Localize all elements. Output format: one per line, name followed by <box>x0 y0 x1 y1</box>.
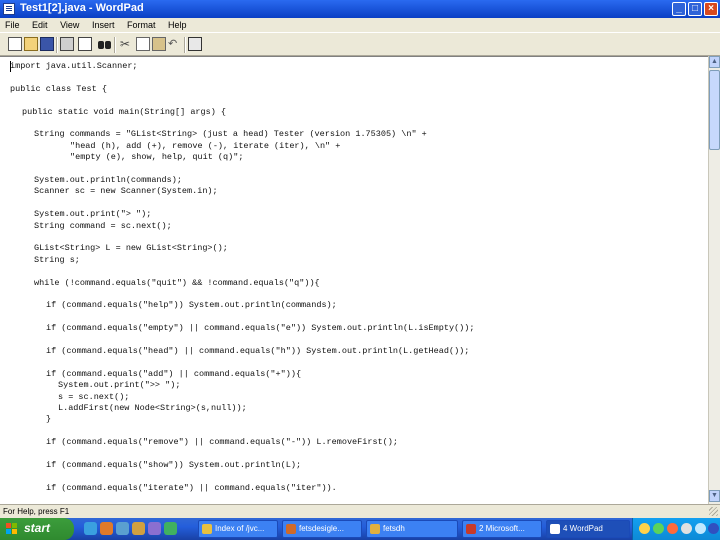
code-line[interactable]: System.out.print("> "); <box>34 209 151 220</box>
network-icon[interactable] <box>639 523 650 534</box>
code-line[interactable]: String command = sc.next(); <box>34 221 172 232</box>
taskbar-button[interactable]: fetsdesigle... <box>282 520 362 538</box>
close-button[interactable]: × <box>704 2 718 16</box>
wordpad-app-icon[interactable] <box>3 3 15 15</box>
scroll-thumb[interactable] <box>709 70 720 150</box>
document-area[interactable]: import java.util.Scanner; public class Te… <box>0 56 708 504</box>
task-label: 4 WordPad <box>563 524 603 533</box>
copy-icon[interactable] <box>136 37 150 51</box>
menu-bar: File Edit View Insert Format Help <box>0 18 720 32</box>
code-line[interactable]: import java.util.Scanner; <box>10 61 138 72</box>
quicklaunch-icon[interactable] <box>164 522 177 535</box>
security-icon[interactable] <box>653 523 664 534</box>
insert-object-icon[interactable] <box>188 37 202 51</box>
internet-explorer-icon[interactable] <box>84 522 97 535</box>
tray-app-icon[interactable] <box>708 523 719 534</box>
code-line[interactable]: System.out.print(">> "); <box>58 380 180 391</box>
code-line[interactable]: L.addFirst(new Node<String>(s,null)); <box>58 403 247 414</box>
code-line[interactable]: if (command.equals("help")) System.out.p… <box>46 300 337 311</box>
code-line[interactable]: s = sc.next(); <box>58 392 129 403</box>
menu-edit[interactable]: Edit <box>27 18 53 32</box>
task-label: fetsdh <box>383 524 405 533</box>
task-label: fetsdesigle... <box>299 524 344 533</box>
scroll-up-button[interactable]: ▲ <box>709 56 720 68</box>
task-label: Index of /jvc... <box>215 524 265 533</box>
volume-icon[interactable] <box>681 523 692 534</box>
messenger-tray-icon[interactable] <box>695 523 706 534</box>
print-icon[interactable] <box>60 37 74 51</box>
new-document-icon[interactable] <box>8 37 22 51</box>
toolbar: ✂ ↶ <box>0 32 720 56</box>
toolbar-separator <box>114 37 116 53</box>
start-label: start <box>24 521 51 535</box>
status-text: For Help, press F1 <box>3 507 70 516</box>
taskbar-button[interactable]: 2 Microsoft... <box>462 520 542 538</box>
task-app-icon <box>202 524 212 534</box>
code-line[interactable]: String s; <box>34 255 80 266</box>
taskbar: start Index of /jvc... fetsdesigle... fets… <box>0 518 720 540</box>
task-app-icon <box>550 524 560 534</box>
messenger-icon[interactable] <box>148 522 161 535</box>
toolbar-separator <box>56 37 58 53</box>
code-line[interactable]: System.out.println(commands); <box>34 175 182 186</box>
code-line[interactable]: if (command.equals("iterate") || command… <box>46 483 337 494</box>
code-line[interactable]: } <box>46 414 51 425</box>
vertical-scrollbar[interactable]: ▲ ▼ <box>708 56 720 504</box>
save-disk-icon[interactable] <box>40 37 54 51</box>
taskbar-button[interactable]: Index of /jvc... <box>198 520 278 538</box>
code-line[interactable]: public class Test { <box>10 84 107 95</box>
paste-icon[interactable] <box>152 37 166 51</box>
minimize-button[interactable]: _ <box>672 2 686 16</box>
toolbar-separator <box>184 37 186 53</box>
code-line[interactable]: "head (h), add (+), remove (-), iterate … <box>70 141 340 152</box>
task-label: 2 Microsoft... <box>479 524 525 533</box>
show-desktop-icon[interactable] <box>116 522 129 535</box>
undo-icon[interactable]: ↶ <box>168 37 182 51</box>
code-line[interactable]: "empty (e), show, help, quit (q)"; <box>70 152 243 163</box>
menu-file[interactable]: File <box>0 18 25 32</box>
maximize-button[interactable]: □ <box>688 2 702 16</box>
code-line[interactable]: GList<String> L = new GList<String>(); <box>34 243 228 254</box>
cut-scissors-icon[interactable]: ✂ <box>118 37 132 51</box>
system-tray <box>632 518 720 540</box>
menu-view[interactable]: View <box>55 18 84 32</box>
task-app-icon <box>370 524 380 534</box>
menu-help[interactable]: Help <box>163 18 192 32</box>
code-line[interactable]: if (command.equals("show")) System.out.p… <box>46 460 301 471</box>
update-icon[interactable] <box>667 523 678 534</box>
windows-logo-icon <box>6 523 18 535</box>
menu-format[interactable]: Format <box>122 18 161 32</box>
code-line[interactable]: if (command.equals("add") || command.equ… <box>46 369 301 380</box>
code-line[interactable]: if (command.equals("remove") || command.… <box>46 437 398 448</box>
find-binoculars-icon[interactable] <box>98 37 112 51</box>
code-line[interactable]: if (command.equals("empty") || command.e… <box>46 323 474 334</box>
task-app-icon <box>466 524 476 534</box>
taskbar-button[interactable]: fetsdh <box>366 520 458 538</box>
taskbar-button[interactable]: 4 WordPad <box>546 520 630 538</box>
title-bar[interactable]: Test1[2].java - WordPad _ □ × <box>0 0 720 18</box>
status-bar: For Help, press F1 <box>0 504 720 518</box>
resize-grip[interactable] <box>709 507 718 516</box>
open-folder-icon[interactable] <box>24 37 38 51</box>
code-line[interactable]: String commands = "GList<String> (just a… <box>34 129 427 140</box>
window-title: Test1[2].java - WordPad <box>20 2 144 14</box>
code-line[interactable]: if (command.equals("head") || command.eq… <box>46 346 469 357</box>
firefox-icon[interactable] <box>100 522 113 535</box>
start-button[interactable]: start <box>0 518 74 540</box>
print-preview-icon[interactable] <box>78 37 92 51</box>
media-player-icon[interactable] <box>132 522 145 535</box>
code-line[interactable]: public static void main(String[] args) { <box>22 107 226 118</box>
menu-insert[interactable]: Insert <box>87 18 120 32</box>
text-caret <box>10 61 11 72</box>
code-line[interactable]: Scanner sc = new Scanner(System.in); <box>34 186 218 197</box>
task-app-icon <box>286 524 296 534</box>
code-line[interactable]: while (!command.equals("quit") && !comma… <box>34 278 320 289</box>
scroll-down-button[interactable]: ▼ <box>709 490 720 502</box>
